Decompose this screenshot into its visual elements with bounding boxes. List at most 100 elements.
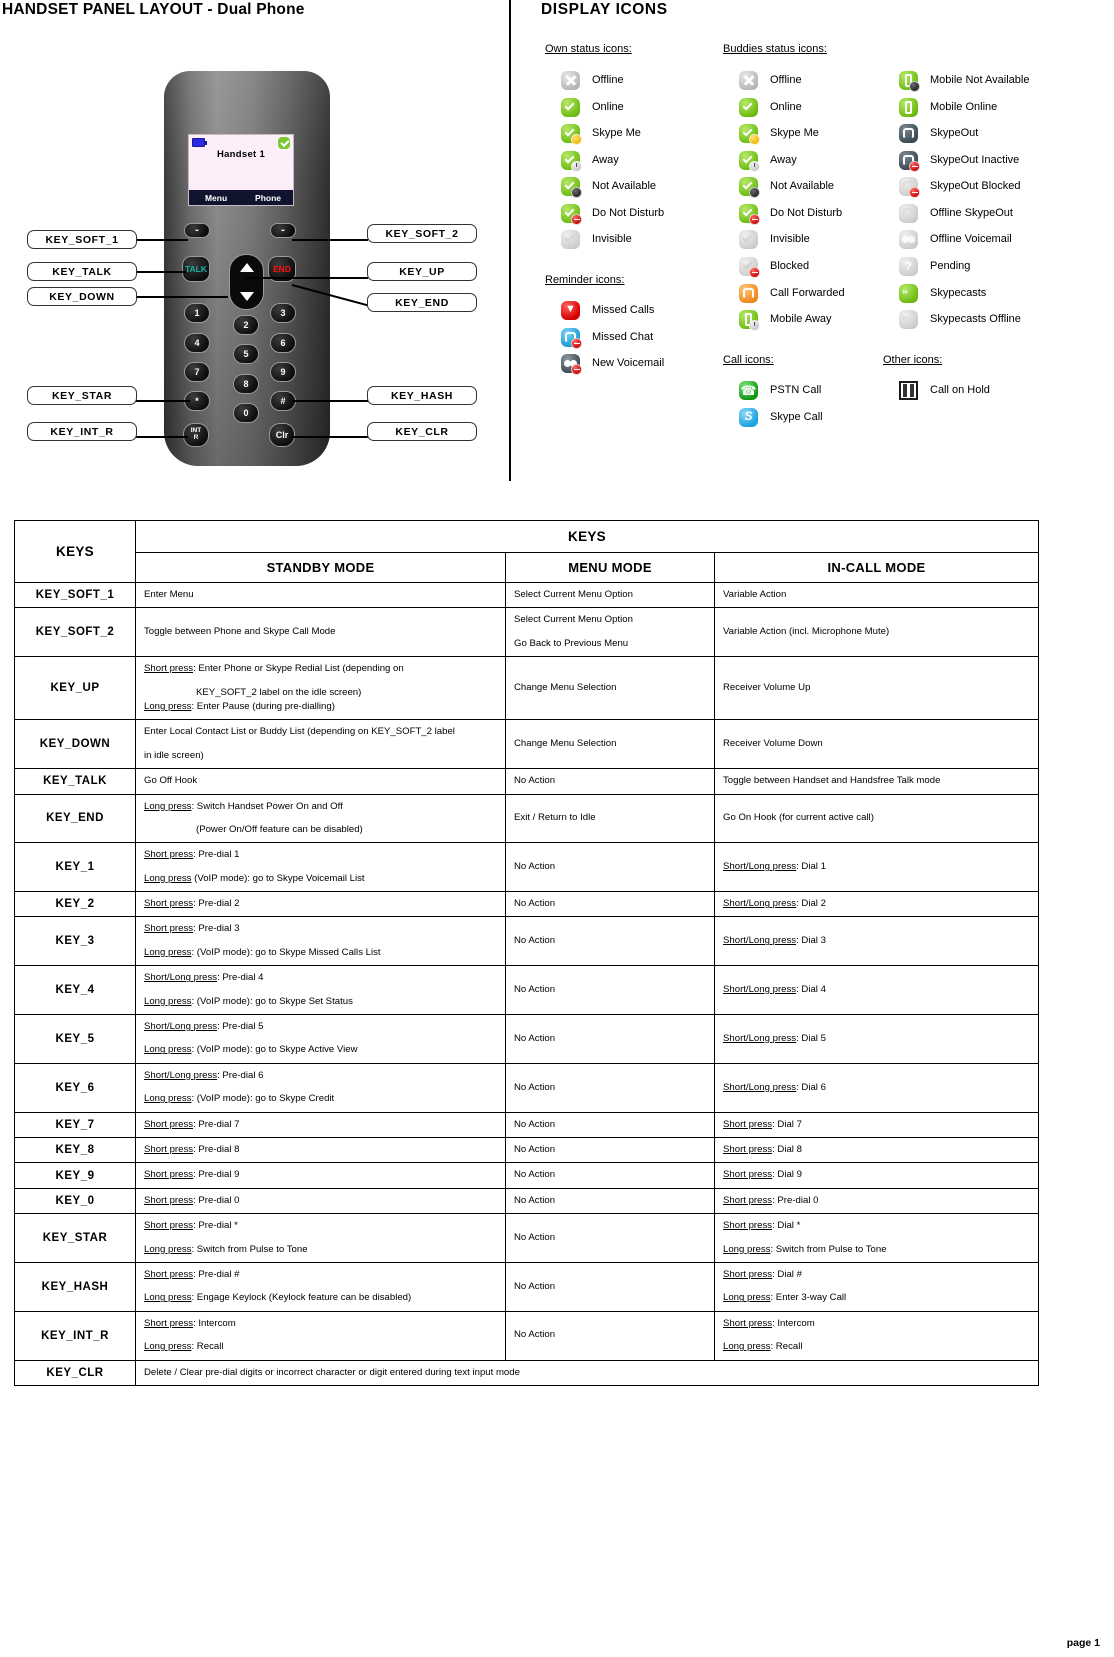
- cell-standby: Short/Long press: Pre-dial 5 Long press: …: [135, 1014, 506, 1064]
- button-3[interactable]: 3: [270, 303, 296, 323]
- button-0[interactable]: 0: [233, 403, 259, 423]
- callout-key-star: KEY_STAR: [27, 386, 137, 405]
- icon-row: SkypeOut Blocked: [899, 173, 1021, 199]
- cell-standby: Short press: Enter Phone or Skype Redial…: [135, 656, 506, 721]
- icon-row: ▼ Missed Calls: [561, 297, 654, 323]
- button-8[interactable]: 8: [233, 374, 259, 394]
- cell-in-call: Short/Long press: Dial 5: [714, 1014, 1039, 1064]
- callout-key-soft-2: KEY_SOFT_2: [367, 224, 477, 243]
- cell-standby: Short press: Pre-dial 9: [135, 1162, 506, 1189]
- table-row: KEY_DOWN Enter Local Contact List or Budd…: [14, 719, 1039, 770]
- icon-row: Mobile Online: [899, 94, 997, 120]
- button-soft2[interactable]: -: [270, 223, 296, 238]
- cell-standby: Short press: Pre-dial 7: [135, 1111, 506, 1138]
- row-key-label: KEY_INT_R: [14, 1310, 136, 1361]
- table-row: KEY_3 Short press: Pre-dial 3 Long press: …: [14, 916, 1039, 967]
- row-key-label: KEY_3: [14, 916, 136, 967]
- cell-in-call: Short/Long press: Dial 6: [714, 1062, 1039, 1113]
- leader-soft2: [292, 239, 368, 242]
- button-int-r[interactable]: INT R: [183, 423, 209, 447]
- row-key-label: KEY_4: [14, 965, 136, 1016]
- icon-row: S Skype Call: [739, 404, 823, 430]
- cell-menu: Change Menu Selection: [505, 656, 715, 721]
- cell-standby: Short press: Intercom Long press: Recall: [135, 1310, 506, 1361]
- nav-down-icon[interactable]: [239, 292, 254, 301]
- skypeout-inactive-icon: [899, 150, 920, 172]
- icon-row: Offline SkypeOut: [899, 200, 1013, 226]
- lcd-softkey-left: Menu: [204, 192, 228, 203]
- buddy-not-available-icon: [739, 176, 760, 198]
- cell-in-call: Short press: Dial 9: [714, 1162, 1039, 1189]
- offline-voicemail-icon: [899, 229, 918, 249]
- cell-in-call: Short/Long press: Dial 2: [714, 891, 1039, 918]
- table-row: KEY_INT_R Short press: Intercom Long press…: [14, 1310, 1039, 1361]
- button-talk[interactable]: TALK: [182, 256, 210, 282]
- skype-call-icon: S: [739, 407, 758, 427]
- icon-row: Skype Me: [739, 120, 819, 146]
- header-keys-span: KEYS: [135, 520, 1039, 553]
- leader-up: [245, 277, 368, 280]
- icon-row: Away: [739, 147, 797, 173]
- callout-key-int-r: KEY_INT_R: [27, 422, 137, 441]
- cell-in-call: Short press: Pre-dial 0: [714, 1187, 1039, 1215]
- buddy-online-icon: [739, 97, 758, 117]
- cell-in-call: Go On Hook (for current active call): [714, 793, 1039, 844]
- icon-row: Not Available: [561, 173, 656, 199]
- skypeout-blocked-icon: [899, 176, 920, 198]
- cell-standby: Long press: Switch Handset Power On and …: [135, 793, 506, 844]
- navigation-pad[interactable]: [229, 254, 264, 310]
- status-offline-icon: [561, 70, 580, 90]
- leader-clr: [292, 436, 368, 439]
- button-5[interactable]: 5: [233, 344, 259, 364]
- cell-menu: No Action: [505, 965, 715, 1016]
- cell-standby: Enter Menu: [135, 581, 506, 609]
- header-keys-corner: KEYS: [14, 520, 136, 583]
- icon-row: Offline Voicemail: [899, 226, 1012, 252]
- table-row: KEY_SOFT_2 Toggle between Phone and Skype…: [14, 607, 1039, 658]
- cell-all-modes: Delete / Clear pre-dial digits or incorr…: [135, 1359, 1039, 1386]
- row-key-label: KEY_CLR: [14, 1359, 136, 1386]
- cell-menu: No Action: [505, 1213, 715, 1263]
- cell-menu: No Action: [505, 1111, 715, 1138]
- skypecasts-offline-icon: ”: [899, 309, 918, 329]
- button-1[interactable]: 1: [184, 303, 210, 323]
- display-icons-panel: Own status icons: Buddies status icons: …: [509, 0, 1114, 481]
- button-soft1[interactable]: -: [184, 223, 210, 238]
- callout-key-end: KEY_END: [367, 293, 477, 312]
- nav-up-icon[interactable]: [239, 263, 254, 272]
- battery-icon: [192, 138, 207, 147]
- cell-standby: Short press: Pre-dial # Long press: Engag…: [135, 1261, 506, 1312]
- button-4[interactable]: 4: [184, 333, 210, 353]
- icon-row: Offline: [739, 67, 802, 93]
- button-6[interactable]: 6: [270, 333, 296, 353]
- call-on-hold-icon: [899, 380, 918, 400]
- cell-standby: Short press: Pre-dial 0: [135, 1187, 506, 1215]
- cell-standby: Short/Long press: Pre-dial 4 Long press: …: [135, 965, 506, 1016]
- cell-standby: Short press: Pre-dial 1 Long press (VoIP …: [135, 842, 506, 893]
- button-2[interactable]: 2: [233, 315, 259, 335]
- button-9[interactable]: 9: [270, 362, 296, 382]
- leader-hash: [292, 400, 368, 403]
- button-int-label-bottom: R: [193, 434, 199, 441]
- button-clr[interactable]: Clr: [269, 423, 295, 447]
- button-7[interactable]: 7: [184, 362, 210, 382]
- buddy-away-icon: [739, 150, 760, 172]
- icon-row: Mobile Away: [739, 306, 832, 332]
- callout-key-soft-1: KEY_SOFT_1: [27, 230, 137, 249]
- group-own-status: Own status icons:: [545, 43, 632, 55]
- row-key-label: KEY_8: [14, 1136, 136, 1164]
- offline-skypeout-icon: [899, 203, 918, 223]
- mobile-away-icon: [739, 309, 760, 331]
- missed-calls-icon: ▼: [561, 300, 580, 320]
- table-header-row-2: STANDBY MODE MENU MODE IN-CALL MODE: [15, 552, 1039, 583]
- table-row: KEY_0 Short press: Pre-dial 0 No Action Sho…: [14, 1187, 1039, 1215]
- status-online-icon: [561, 97, 580, 117]
- cell-menu: No Action: [505, 1261, 715, 1312]
- cell-standby: Short press: Pre-dial * Long press: Switc…: [135, 1213, 506, 1263]
- cell-standby: Short press: Pre-dial 3 Long press: (VoIP…: [135, 916, 506, 967]
- table-row: KEY_HASH Short press: Pre-dial # Long pres…: [14, 1261, 1039, 1312]
- group-call: Call icons:: [723, 354, 774, 366]
- status-do-not-disturb-icon: [561, 203, 582, 225]
- cell-menu: No Action: [505, 1162, 715, 1189]
- cell-in-call: Short press: Dial 8: [714, 1136, 1039, 1164]
